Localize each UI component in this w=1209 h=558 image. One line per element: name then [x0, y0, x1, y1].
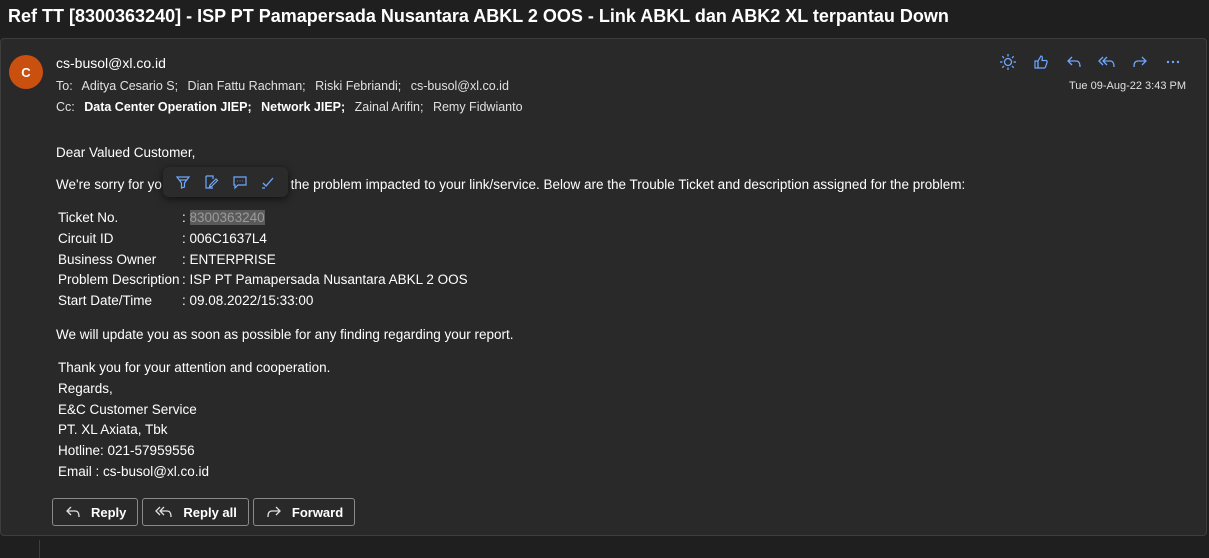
forward-button[interactable]: Forward [252, 498, 356, 526]
forward-icon[interactable] [1127, 51, 1153, 73]
ticket-value: : 006C1637L4 [182, 231, 267, 246]
signature-line: Regards, [58, 381, 113, 396]
note-icon[interactable] [203, 174, 219, 190]
recipient[interactable]: Riski Febriandi; [315, 79, 401, 93]
avatar[interactable]: C [9, 55, 43, 89]
message-actions [995, 51, 1186, 73]
reply-bar: Reply Reply all Forward [52, 498, 356, 526]
more-icon[interactable] [1160, 51, 1186, 73]
ticket-key: Circuit ID [58, 231, 114, 246]
greeting: Dear Valued Customer, [56, 145, 196, 160]
to-label: To: [56, 79, 73, 93]
floating-toolbar [163, 167, 288, 197]
intro-start: We're sorry for yo [56, 177, 162, 192]
reply-all-button[interactable]: Reply all [142, 498, 249, 526]
sun-icon[interactable] [995, 51, 1021, 73]
comment-icon[interactable] [232, 174, 248, 190]
check-icon[interactable] [260, 174, 276, 190]
recipient[interactable]: Network JIEP; [261, 100, 345, 114]
highlight-icon[interactable] [175, 174, 191, 190]
ticket-value: : ISP PT Pamapersada Nusantara ABKL 2 OO… [182, 272, 468, 287]
signature-line: Hotline: 021-57959556 [58, 443, 195, 458]
reply-icon [65, 505, 81, 519]
reply-all-icon [155, 505, 173, 519]
reply-button[interactable]: Reply [52, 498, 139, 526]
forward-icon [266, 505, 282, 519]
recipient[interactable]: Remy Fidwianto [433, 100, 523, 114]
recipient[interactable]: Zainal Arifin; [355, 100, 424, 114]
recipient[interactable]: cs-busol@xl.co.id [411, 79, 509, 93]
recipient[interactable]: Dian Fattu Rachman; [188, 79, 306, 93]
intro-end: d for the problem impacted to your link/… [259, 177, 966, 192]
recipient[interactable]: Aditya Cesario S; [81, 79, 178, 93]
recipient[interactable]: Data Center Operation JIEP; [84, 100, 251, 114]
signature-line: Email : cs-busol@xl.co.id [58, 464, 209, 479]
ticket-value: : 8300363240 [182, 210, 265, 225]
signature-line: E&C Customer Service [58, 402, 197, 417]
ticket-key: Start Date/Time [58, 293, 153, 308]
ticket-value: : ENTERPRISE [182, 252, 276, 267]
message-card: C cs-busol@xl.co.id To: Aditya Cesario S… [0, 38, 1207, 536]
ticket-value: : 09.08.2022/15:33:00 [182, 293, 314, 308]
forward-label: Forward [291, 504, 344, 520]
reply-all-icon[interactable] [1094, 51, 1120, 73]
ticket-number[interactable]: 8300363240 [189, 210, 265, 225]
ticket-key: Business Owner [58, 252, 157, 267]
like-icon[interactable] [1028, 51, 1054, 73]
ticket-key: Ticket No. [58, 210, 119, 225]
reply-all-label: Reply all [183, 504, 237, 520]
message-date: Tue 09-Aug-22 3:43 PM [1069, 80, 1186, 92]
cc-label: Cc: [56, 100, 75, 114]
reply-icon[interactable] [1061, 51, 1087, 73]
ticket-key: Problem Description [58, 272, 180, 287]
signature-line: Thank you for your attention and coopera… [58, 360, 331, 375]
to-line: To: Aditya Cesario S; Dian Fattu Rachman… [56, 79, 515, 93]
email-subject: Ref TT [8300363240] - ISP PT Pamapersada… [8, 6, 949, 26]
sender-email[interactable]: cs-busol@xl.co.id [56, 55, 166, 71]
cc-line: Cc: Data Center Operation JIEP; Network … [56, 100, 529, 114]
divider [39, 540, 40, 558]
update-line: We will update you as soon as possible f… [56, 327, 514, 342]
reply-label: Reply [91, 504, 127, 520]
signature-line: PT. XL Axiata, Tbk [58, 422, 168, 437]
